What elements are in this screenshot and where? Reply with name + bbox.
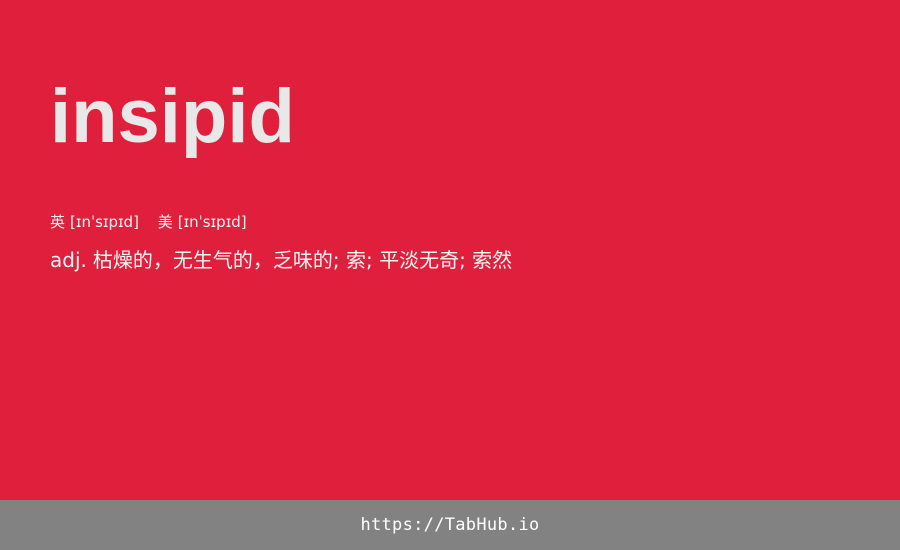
phonetic-uk: 英 [ɪnˈsɪpɪd] xyxy=(50,212,139,232)
definition-meaning: 枯燥的，无生气的，乏味的; 索; 平淡无奇; 索然 xyxy=(92,248,513,272)
part-of-speech: adj. xyxy=(50,248,87,272)
phonetic-uk-region: 英 xyxy=(50,213,66,231)
headword: insipid xyxy=(50,74,295,159)
phonetic-us-region: 美 xyxy=(157,213,173,231)
phonetic-uk-ipa: [ɪnˈsɪpɪd] xyxy=(70,213,139,231)
definition-line: adj. 枯燥的，无生气的，乏味的; 索; 平淡无奇; 索然 xyxy=(50,246,512,274)
phonetic-us: 美 [ɪnˈsɪpɪd] xyxy=(158,212,247,232)
tabhub-link[interactable]: https://TabHub.io xyxy=(360,515,539,535)
phonetic-us-ipa: [ɪnˈsɪpɪd] xyxy=(177,213,247,231)
word-card: insipid 英 [ɪnˈsɪpɪd] 美 [ɪnˈsɪpɪd] adj. 枯燥的，… xyxy=(0,0,900,500)
phonetics-row: 英 [ɪnˈsɪpɪd] 美 [ɪnˈsɪpɪd] xyxy=(50,212,247,232)
footer-bar: https://TabHub.io xyxy=(0,500,900,550)
